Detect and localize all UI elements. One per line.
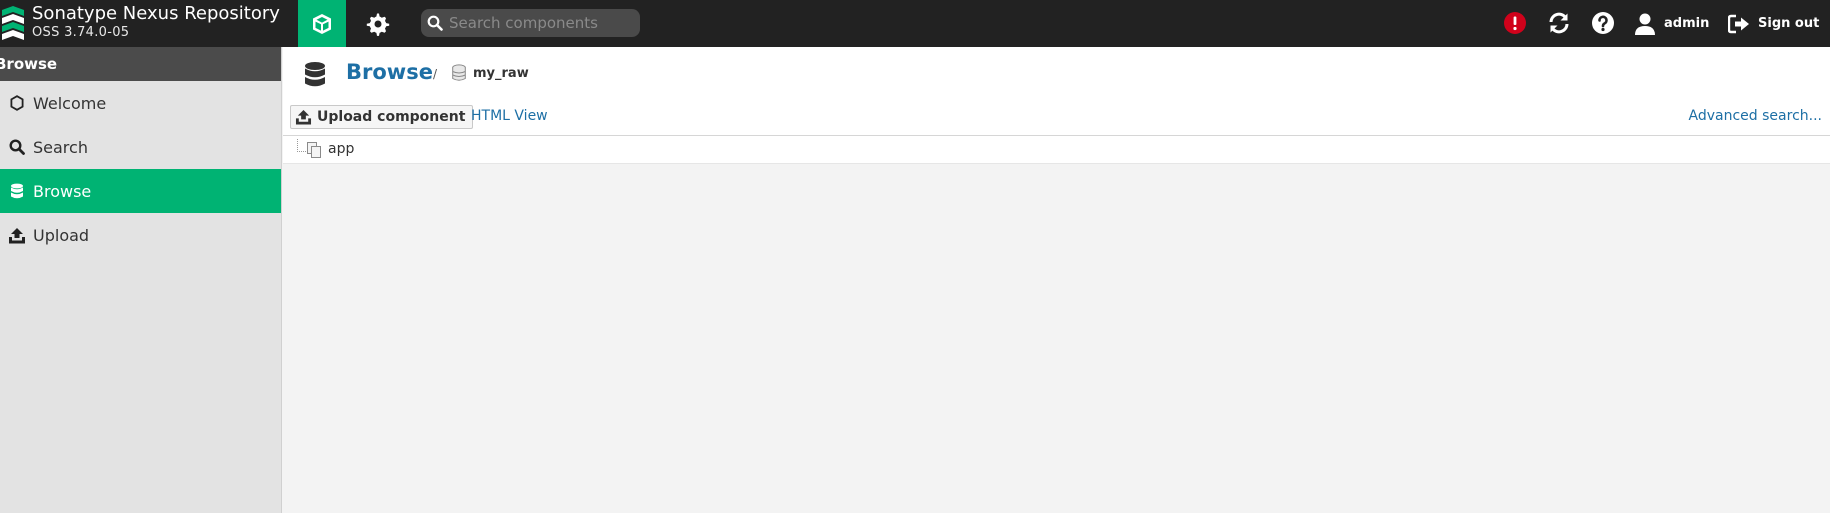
sign-out-icon — [1728, 14, 1749, 33]
repository-icon — [452, 64, 466, 81]
brand-title: Sonatype Nexus Repository — [32, 3, 280, 24]
html-view-link[interactable]: HTML View — [471, 108, 548, 124]
sidebar: Browse Welcome Search Browse Upload — [0, 47, 282, 513]
hexagon-icon — [8, 94, 26, 112]
administration-mode-button[interactable] — [354, 0, 402, 47]
sign-out-button[interactable]: Sign out — [1728, 0, 1819, 47]
advanced-search-link[interactable]: Advanced search... — [1689, 108, 1822, 124]
component-tree: app — [283, 135, 1830, 164]
search-icon — [427, 15, 443, 31]
breadcrumb-separator: / — [433, 67, 438, 81]
user-name: admin — [1664, 16, 1710, 31]
user-account-button[interactable]: admin — [1634, 0, 1709, 47]
sign-out-label: Sign out — [1758, 16, 1820, 31]
sonatype-logo-icon — [2, 6, 24, 40]
user-icon — [1635, 13, 1655, 35]
main-content: Browse / my_raw Upload component HTML Vi… — [283, 47, 1830, 513]
upload-component-button[interactable]: Upload component — [290, 105, 474, 129]
sidebar-item-search[interactable]: Search — [0, 125, 281, 169]
sidebar-item-upload[interactable]: Upload — [0, 213, 281, 257]
brand-version: OSS 3.74.0-05 — [32, 25, 130, 40]
database-icon — [8, 182, 26, 200]
browse-cube-icon — [313, 13, 331, 34]
refresh-icon — [1549, 12, 1569, 34]
breadcrumb-browse-link[interactable]: Browse — [346, 60, 433, 84]
sidebar-item-label: Upload — [33, 225, 90, 245]
browse-mode-button[interactable] — [298, 0, 346, 47]
tree-connector — [297, 139, 306, 152]
upload-icon — [295, 109, 312, 125]
help-icon — [1592, 12, 1614, 34]
upload-component-label: Upload component — [317, 109, 466, 125]
top-bar: Sonatype Nexus Repository OSS 3.74.0-05 — [0, 0, 1830, 47]
system-status-alert[interactable] — [1500, 8, 1530, 38]
gear-icon — [366, 13, 390, 36]
sidebar-item-label: Welcome — [33, 93, 107, 113]
alert-icon — [1504, 12, 1526, 34]
database-icon — [305, 62, 325, 87]
search-icon — [8, 138, 26, 156]
sidebar-item-label: Browse — [33, 181, 92, 201]
breadcrumb-repository: my_raw — [473, 66, 529, 81]
help-button[interactable] — [1588, 8, 1618, 38]
component-search-box[interactable] — [421, 9, 640, 37]
sidebar-item-label: Search — [33, 137, 88, 157]
sidebar-item-welcome[interactable]: Welcome — [0, 81, 281, 125]
sidebar-item-browse[interactable]: Browse — [0, 169, 281, 213]
main-header: Browse / my_raw Upload component HTML Vi… — [283, 47, 1830, 135]
sidebar-header: Browse — [0, 47, 281, 81]
upload-icon — [8, 226, 26, 244]
tree-node-app[interactable]: app — [328, 141, 354, 157]
search-input[interactable] — [449, 14, 629, 32]
refresh-button[interactable] — [1544, 8, 1574, 38]
folder-icon — [307, 142, 321, 158]
